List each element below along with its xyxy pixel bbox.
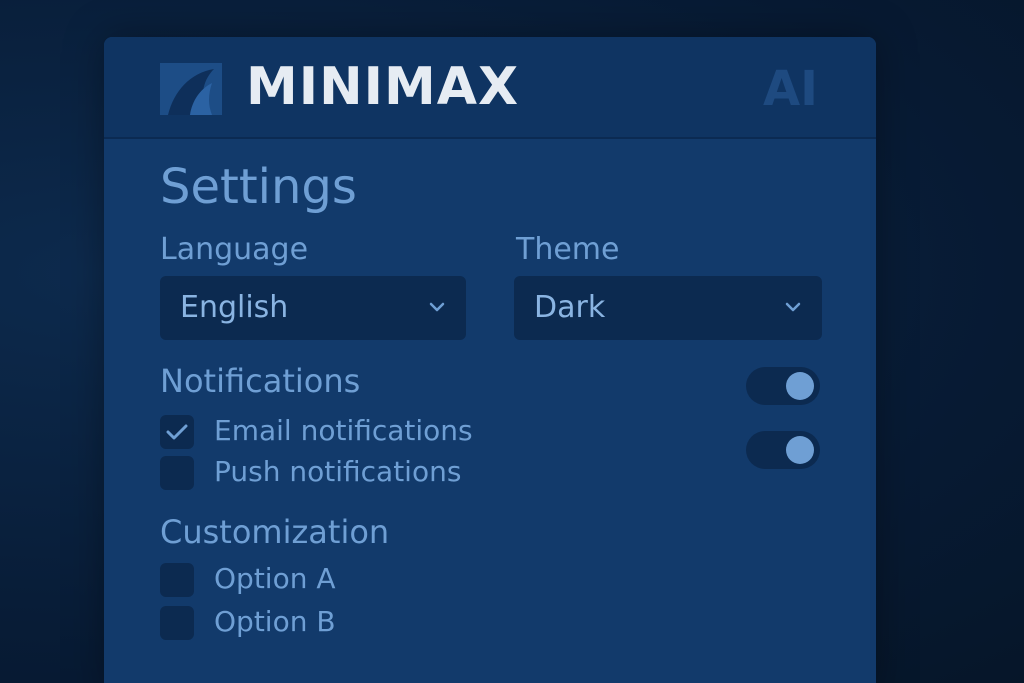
option-a-label: Option A — [214, 562, 336, 595]
language-select-value: English — [180, 290, 289, 325]
chevron-down-icon — [785, 302, 801, 312]
settings-panel: MINIMAX AI Settings Language English The… — [104, 37, 876, 683]
language-label: Language — [160, 232, 309, 267]
push-notifications-checkbox[interactable] — [160, 456, 194, 490]
email-notifications-label: Email notifications — [214, 414, 473, 447]
toggle-knob — [786, 436, 814, 464]
notifications-heading: Notifications — [160, 362, 361, 400]
chevron-down-icon — [429, 302, 445, 312]
push-notifications-label: Push notifications — [214, 455, 462, 488]
email-notifications-checkbox[interactable] — [160, 415, 194, 449]
app-header: MINIMAX AI — [104, 37, 876, 139]
option-a-checkbox[interactable] — [160, 563, 194, 597]
brand-suffix: AI — [762, 61, 818, 117]
checkmark-icon — [166, 424, 188, 440]
theme-select-value: Dark — [534, 290, 606, 325]
language-select[interactable]: English — [160, 276, 466, 340]
option-b-label: Option B — [214, 605, 336, 638]
toggle-knob — [786, 372, 814, 400]
brand-name: MINIMAX — [246, 57, 520, 117]
shark-fin-logo-icon — [160, 63, 222, 115]
option-b-checkbox[interactable] — [160, 606, 194, 640]
page-title: Settings — [160, 159, 357, 215]
push-notifications-toggle[interactable] — [746, 431, 820, 469]
email-notifications-toggle[interactable] — [746, 367, 820, 405]
theme-label: Theme — [516, 232, 620, 267]
theme-select[interactable]: Dark — [514, 276, 822, 340]
customization-heading: Customization — [160, 513, 390, 551]
